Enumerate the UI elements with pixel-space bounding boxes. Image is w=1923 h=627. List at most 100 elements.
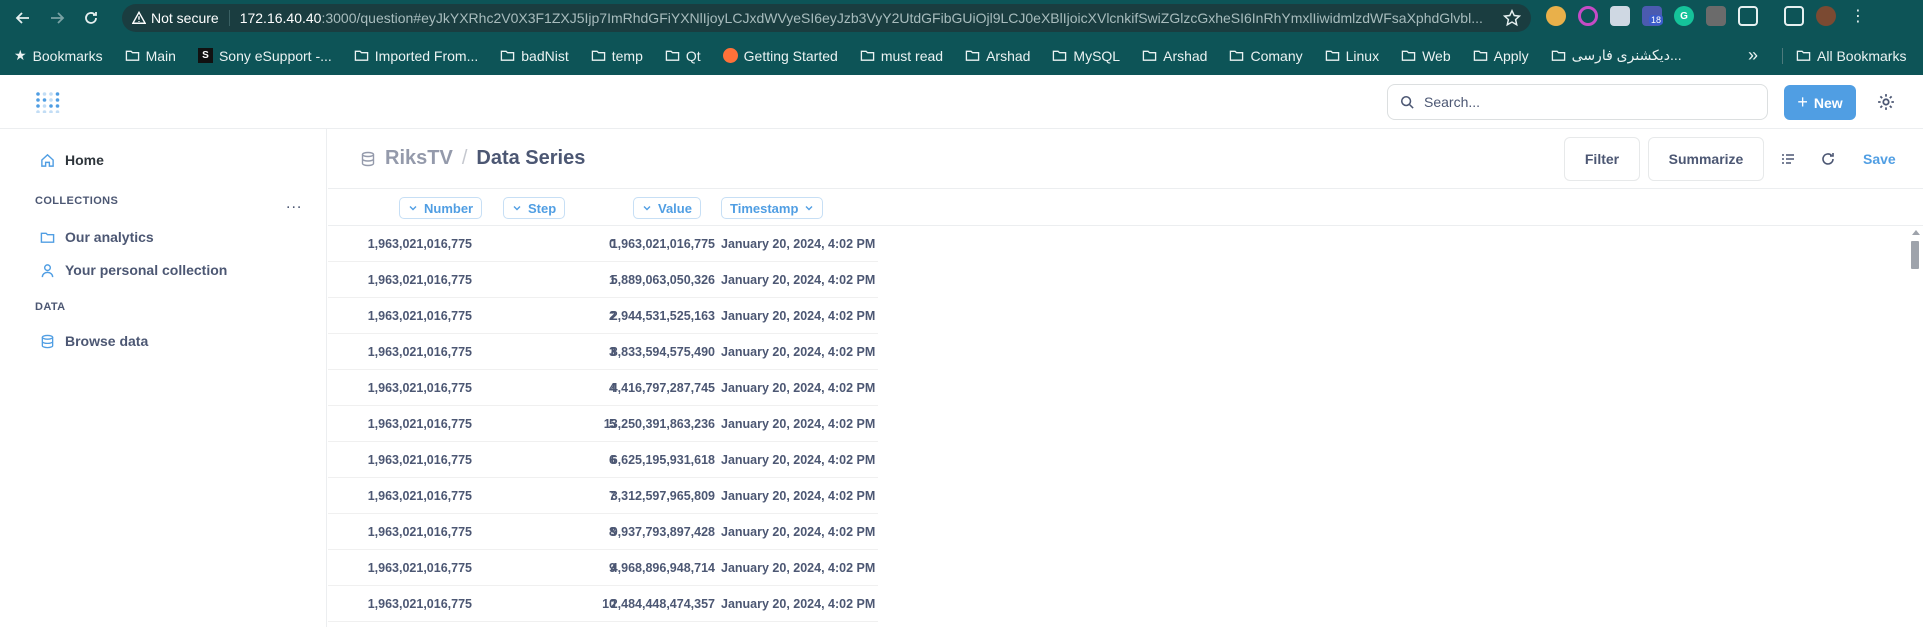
breadcrumb-database[interactable]: RiksTV bbox=[385, 147, 453, 170]
grammarly-icon[interactable]: G bbox=[1674, 6, 1694, 26]
bookmark-item[interactable]: Qt bbox=[665, 48, 701, 64]
scroll-up-arrow-icon[interactable] bbox=[1912, 230, 1920, 235]
bookmark-item[interactable]: badNist bbox=[500, 48, 569, 64]
database-icon bbox=[41, 334, 54, 348]
bookmark-item[interactable]: Comany bbox=[1229, 48, 1303, 64]
cell-number[interactable]: 1,963,021,016,775 bbox=[368, 381, 472, 395]
bookmark-item[interactable]: Getting Started bbox=[722, 48, 838, 64]
bookmark-item[interactable]: temp bbox=[591, 48, 643, 64]
search-input[interactable] bbox=[1424, 94, 1744, 110]
cell-value[interactable]: 8,833,594,575,490 bbox=[611, 345, 715, 359]
bookmark-item[interactable]: Imported From... bbox=[354, 48, 478, 64]
back-button[interactable] bbox=[8, 3, 38, 33]
sidebar-item-our-analytics[interactable]: Our analytics bbox=[40, 229, 154, 245]
star-icon: ★ bbox=[14, 47, 27, 63]
filter-button[interactable]: Filter bbox=[1564, 137, 1640, 181]
security-indicator[interactable]: Not secure bbox=[132, 10, 230, 26]
cell-value[interactable]: 4,968,896,948,714 bbox=[611, 561, 715, 575]
cell-timestamp[interactable]: January 20, 2024, 4:02 PM bbox=[721, 417, 875, 431]
cell-value[interactable]: 1,963,021,016,775 bbox=[611, 237, 715, 251]
cell-number[interactable]: 1,963,021,016,775 bbox=[368, 525, 472, 539]
cell-timestamp[interactable]: January 20, 2024, 4:02 PM bbox=[721, 273, 875, 287]
bookmark-item[interactable]: Web bbox=[1401, 48, 1451, 64]
scrollbar-thumb[interactable] bbox=[1911, 241, 1919, 269]
cell-number[interactable]: 1,963,021,016,775 bbox=[368, 237, 472, 251]
url-path: :3000/question#eyJkYXRhc2V0X3F1ZXJ5Ijp7I… bbox=[321, 10, 1483, 26]
sidepanel-icon[interactable] bbox=[1784, 6, 1804, 26]
cell-value[interactable]: 6,625,195,931,618 bbox=[611, 453, 715, 467]
bookmark-item[interactable]: دیکشنری فارسی... bbox=[1551, 47, 1682, 64]
breadcrumb-separator: / bbox=[461, 147, 468, 169]
refresh-icon[interactable] bbox=[1820, 151, 1836, 167]
new-button[interactable]: + New bbox=[1784, 85, 1856, 120]
folder-icon bbox=[1230, 50, 1244, 61]
cell-timestamp[interactable]: January 20, 2024, 4:02 PM bbox=[721, 597, 875, 611]
column-header-timestamp[interactable]: Timestamp bbox=[721, 197, 824, 219]
metabase-logo-icon[interactable] bbox=[35, 91, 61, 113]
folder-icon bbox=[591, 50, 605, 61]
cell-value[interactable]: 13,250,391,863,236 bbox=[604, 417, 715, 431]
column-header-value[interactable]: Value bbox=[633, 197, 701, 219]
summarize-button[interactable]: Summarize bbox=[1648, 137, 1764, 181]
all-bookmarks-button[interactable]: All Bookmarks bbox=[1796, 36, 1906, 75]
sidebar-item-personal-collection[interactable]: Your personal collection bbox=[40, 262, 227, 278]
reload-button[interactable] bbox=[76, 3, 106, 33]
cell-value[interactable]: 2,944,531,525,163 bbox=[611, 309, 715, 323]
profile-avatar[interactable] bbox=[1816, 6, 1836, 26]
bookmark-item[interactable]: must read bbox=[860, 48, 943, 64]
gear-icon[interactable] bbox=[1877, 93, 1895, 111]
cell-value[interactable]: 9,937,793,897,428 bbox=[611, 525, 715, 539]
bookmark-item[interactable]: Apply bbox=[1473, 48, 1529, 64]
notebook-editor-icon[interactable] bbox=[1780, 151, 1796, 167]
cell-number[interactable]: 1,963,021,016,775 bbox=[368, 417, 472, 431]
bookmark-item[interactable]: Arshad bbox=[1142, 48, 1207, 64]
bookmark-item[interactable]: MySQL bbox=[1052, 48, 1120, 64]
chevron-down-icon bbox=[805, 206, 813, 211]
cell-value[interactable]: 2,484,448,474,357 bbox=[611, 597, 715, 611]
cell-timestamp[interactable]: January 20, 2024, 4:02 PM bbox=[721, 489, 875, 503]
cell-number[interactable]: 1,963,021,016,775 bbox=[368, 453, 472, 467]
sidebar-item-browse-data[interactable]: Browse data bbox=[40, 333, 148, 349]
cell-value[interactable]: 3,312,597,965,809 bbox=[611, 489, 715, 503]
extension-cookie-icon[interactable] bbox=[1546, 6, 1566, 26]
sidebar-item-home[interactable]: Home bbox=[40, 152, 104, 168]
cell-number[interactable]: 1,963,021,016,775 bbox=[368, 597, 472, 611]
search-box[interactable] bbox=[1387, 84, 1768, 120]
cell-value[interactable]: 5,889,063,050,326 bbox=[611, 273, 715, 287]
bookmark-item[interactable]: ★ Bookmarks bbox=[14, 47, 103, 64]
cell-timestamp[interactable]: January 20, 2024, 4:02 PM bbox=[721, 381, 875, 395]
cell-timestamp[interactable]: January 20, 2024, 4:02 PM bbox=[721, 525, 875, 539]
address-bar[interactable]: Not secure 172.16.40.40:3000/question#ey… bbox=[122, 4, 1531, 32]
cell-number[interactable]: 1,963,021,016,775 bbox=[368, 561, 472, 575]
cell-timestamp[interactable]: January 20, 2024, 4:02 PM bbox=[721, 237, 875, 251]
cell-number[interactable]: 1,963,021,016,775 bbox=[368, 345, 472, 359]
column-header-step[interactable]: Step bbox=[503, 197, 566, 219]
cell-timestamp[interactable]: January 20, 2024, 4:02 PM bbox=[721, 561, 875, 575]
cell-value[interactable]: 4,416,797,287,745 bbox=[611, 381, 715, 395]
bookmark-item[interactable]: Main bbox=[125, 48, 176, 64]
column-header-number[interactable]: Number bbox=[399, 197, 483, 219]
extension-wallet-icon[interactable] bbox=[1610, 6, 1630, 26]
cell-number[interactable]: 1,963,021,016,775 bbox=[368, 309, 472, 323]
cell-timestamp[interactable]: January 20, 2024, 4:02 PM bbox=[721, 453, 875, 467]
cell-timestamp[interactable]: January 20, 2024, 4:02 PM bbox=[721, 309, 875, 323]
cell-timestamp[interactable]: January 20, 2024, 4:02 PM bbox=[721, 345, 875, 359]
table-row: 1,963,021,016,775 9 4,968,896,948,714 Ja… bbox=[328, 550, 878, 586]
collections-menu-button[interactable]: ... bbox=[286, 195, 302, 213]
extension-square-icon[interactable] bbox=[1706, 6, 1726, 26]
save-button[interactable]: Save bbox=[1863, 151, 1896, 167]
forward-button[interactable] bbox=[42, 3, 72, 33]
kebab-menu-icon[interactable]: ⋮ bbox=[1848, 6, 1868, 26]
cell-number[interactable]: 1,963,021,016,775 bbox=[368, 489, 472, 503]
cell-number[interactable]: 1,963,021,016,775 bbox=[368, 273, 472, 287]
table-row: 1,963,021,016,775 0 1,963,021,016,775 Ja… bbox=[328, 226, 878, 262]
bookmark-item[interactable]: S Sony eSupport -... bbox=[197, 48, 332, 64]
extension-rocket-icon[interactable]: 18 bbox=[1642, 6, 1664, 26]
table-scrollbar[interactable] bbox=[1910, 230, 1920, 627]
bookmark-item[interactable]: Linux bbox=[1325, 48, 1379, 64]
extensions-puzzle-icon[interactable] bbox=[1738, 6, 1758, 26]
bookmark-star-icon[interactable] bbox=[1503, 9, 1521, 27]
extension-ring-icon[interactable] bbox=[1578, 6, 1598, 26]
bookmark-item[interactable]: Arshad bbox=[965, 48, 1030, 64]
bookmarks-overflow-button[interactable]: » bbox=[1748, 36, 1758, 75]
